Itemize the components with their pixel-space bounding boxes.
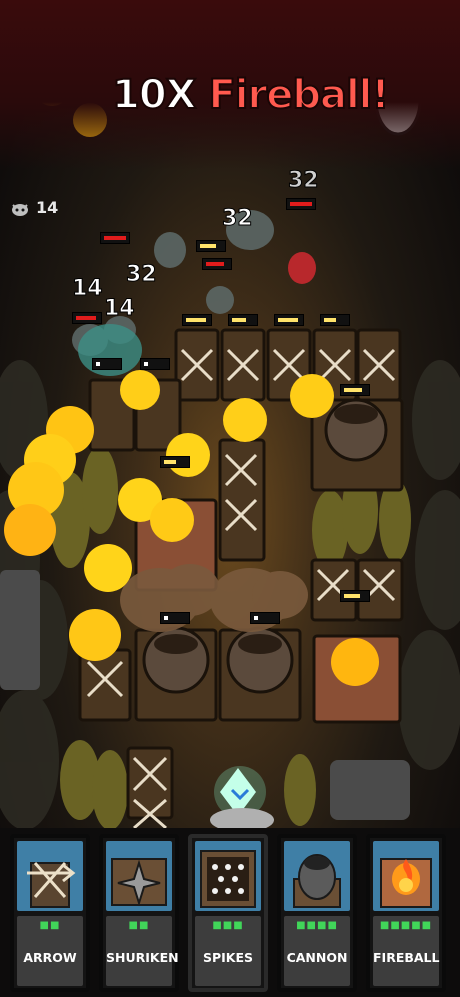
spikes-icon — [195, 841, 261, 911]
cannon-icon — [284, 841, 350, 911]
card-spikes[interactable]: ■■■ SPIKES — [188, 834, 268, 992]
damage-number: 14 — [104, 296, 136, 322]
card-label: ARROW — [23, 950, 77, 965]
card-cannon[interactable]: ■■■■ CANNON — [277, 834, 357, 992]
card-level-pips: ■■■ — [212, 920, 244, 931]
enemy-icon — [12, 203, 28, 216]
tower-charge-bar — [182, 314, 212, 326]
tower-charge-bar — [92, 358, 122, 370]
shuriken-icon — [106, 841, 172, 911]
tower-charge-bar — [340, 590, 370, 602]
game-board[interactable]: 10X Fireball! 14 32 32 32 14 14 ■■ ARROW… — [0, 0, 460, 997]
tower-charge-bar — [274, 314, 304, 326]
enemy-count: 14 — [36, 198, 59, 217]
enemy-health-bar — [202, 258, 232, 270]
tower-charge-bar — [160, 612, 190, 624]
tower-charge-bar — [140, 358, 170, 370]
fireball-icon — [373, 841, 439, 911]
card-level-pips: ■■ — [39, 920, 61, 931]
card-level-pips: ■■■■■ — [379, 920, 433, 931]
card-label: CANNON — [286, 950, 348, 965]
tower-charge-bar — [320, 314, 350, 326]
arrow-icon — [17, 841, 83, 911]
damage-number: 14 — [72, 276, 104, 302]
tower-charge-bar — [228, 314, 258, 326]
reward-banner: 10X Fireball! — [0, 0, 460, 170]
damage-number: 32 — [126, 262, 158, 288]
card-level-pips: ■■■■ — [296, 920, 338, 931]
card-level-pips: ■■ — [128, 920, 150, 931]
tower-charge-bar — [340, 384, 370, 396]
tower-charge-bar — [196, 240, 226, 252]
enemy-counter: 14 — [10, 198, 58, 217]
tower-charge-bar — [250, 612, 280, 624]
card-label: SPIKES — [202, 950, 254, 965]
banner-spell-name: Fireball! — [207, 71, 390, 119]
banner-title: 10X Fireball! — [111, 71, 391, 119]
card-label: SHURIKEN — [106, 950, 179, 965]
enemy-health-bar — [100, 232, 130, 244]
tower-card-tray: ■■ ARROW ■■ SHURIKEN ■■■ SPIKES ■■■■ CAN… — [0, 828, 460, 997]
card-arrow[interactable]: ■■ ARROW — [10, 834, 90, 992]
banner-multiplier: 10X — [111, 71, 197, 119]
tower-charge-bar — [160, 456, 190, 468]
enemy-health-bar — [72, 312, 102, 324]
card-shuriken[interactable]: ■■ SHURIKEN — [99, 834, 179, 992]
card-fireball[interactable]: ■■■■■ FIREBALL — [366, 834, 446, 992]
enemy-health-bar — [286, 198, 316, 210]
damage-number: 32 — [288, 168, 320, 194]
damage-number: 32 — [222, 206, 254, 232]
card-label: FIREBALL — [373, 950, 440, 965]
